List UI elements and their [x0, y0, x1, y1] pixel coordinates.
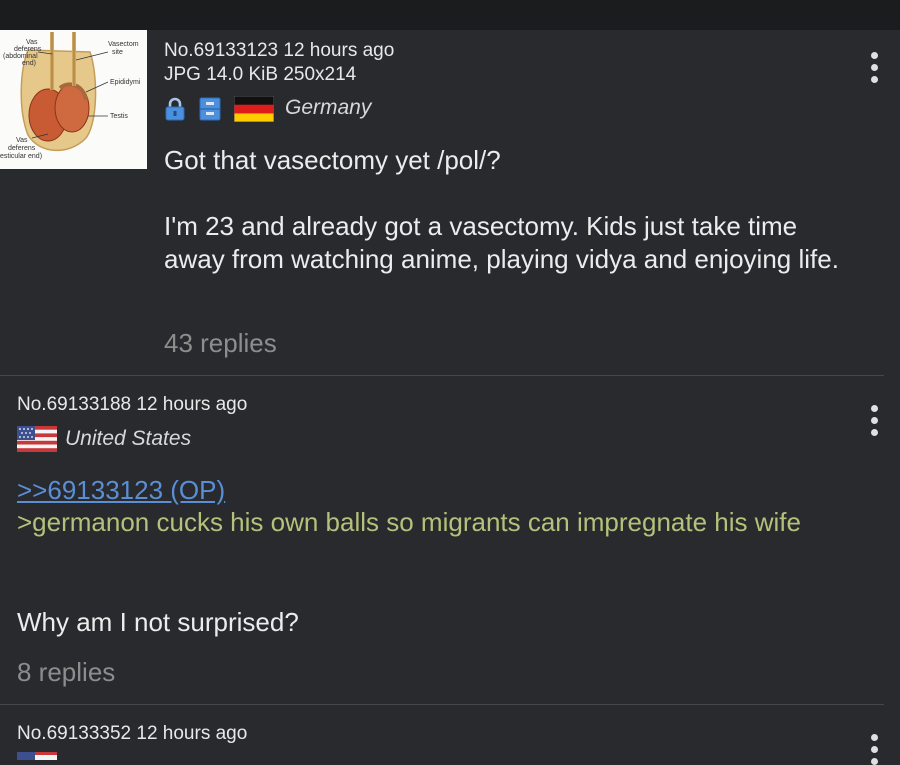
flag-partial-icon — [17, 752, 57, 760]
post-icons — [164, 96, 274, 122]
thumb-label: esticular end) — [0, 153, 42, 160]
post-divider — [0, 375, 884, 376]
thumb-label: deferens — [14, 46, 42, 53]
post-divider — [0, 704, 884, 705]
thumb-label: site — [112, 49, 123, 56]
country-name: Germany — [285, 96, 372, 119]
anatomy-diagram-image: Vas deferens (abdominal end) Vasectom si… — [0, 30, 147, 169]
post-body-paragraph: I'm 23 and already got a vasectomy. Kids… — [164, 211, 839, 274]
thumb-label: Vas — [16, 137, 28, 144]
thumb-label: Testis — [110, 113, 128, 120]
country-name: United States — [65, 427, 192, 450]
post-number[interactable]: No.69133352 12 hours ago — [17, 723, 247, 745]
replies-link[interactable]: 8 replies — [17, 657, 115, 688]
flag-germany-icon — [234, 96, 274, 122]
thumb-label: deferens — [8, 145, 36, 152]
thumb-label: Vas — [26, 39, 38, 46]
archive-icon — [199, 97, 221, 121]
post-thumbnail[interactable]: Vas deferens (abdominal end) Vasectom si… — [0, 30, 147, 169]
thumb-label: Vasectom — [108, 41, 139, 48]
thumb-label: end) — [22, 60, 36, 67]
top-bar — [0, 0, 900, 30]
post-body-line: Why am I not surprised? — [17, 607, 299, 637]
greentext-line: >germanon cucks his own balls so migrant… — [17, 507, 801, 537]
lock-icon — [165, 97, 185, 121]
flag-usa-icon — [17, 426, 57, 452]
post-number[interactable]: No.69133123 12 hours ago — [164, 40, 394, 62]
post-body-line: Got that vasectomy yet /pol/? — [164, 145, 501, 175]
kebab-menu-icon[interactable] — [870, 52, 878, 83]
kebab-menu-icon[interactable] — [870, 405, 878, 436]
replies-link[interactable]: 43 replies — [164, 328, 277, 359]
quote-link[interactable]: >>69133123 (OP) — [17, 475, 225, 506]
post-number[interactable]: No.69133188 12 hours ago — [17, 394, 247, 416]
thumb-label: (abdominal — [3, 53, 38, 60]
thumb-label: Epididymi — [110, 79, 141, 86]
kebab-menu-icon[interactable] — [870, 734, 878, 765]
file-info[interactable]: JPG 14.0 KiB 250x214 — [164, 64, 356, 86]
